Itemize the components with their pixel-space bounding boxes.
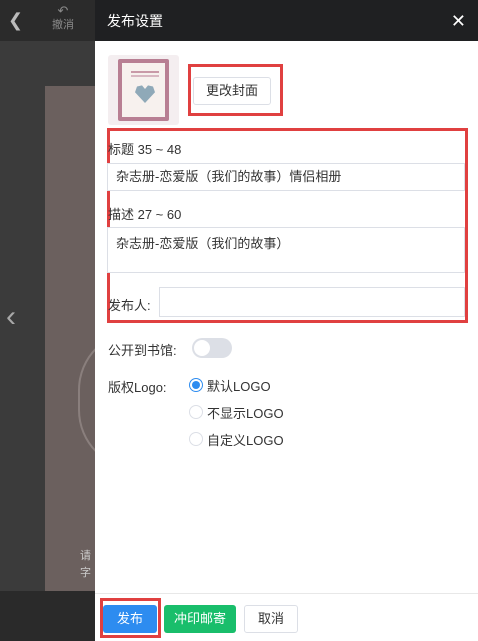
print-mail-button[interactable]: 冲印邮寄 <box>164 605 236 633</box>
publish-settings-drawer: 发布设置 ✕ 更改封面 标题 35 ~ 48 杂志册-恋爱版（我们的故事）情侣相… <box>95 0 478 641</box>
logo-option-label: 默认LOGO <box>207 378 271 394</box>
publisher-input[interactable] <box>159 287 465 317</box>
logo-option-custom[interactable]: 自定义LOGO <box>189 429 284 449</box>
cover-thumbnail <box>108 55 179 125</box>
editor-topbar: ❮ ↶ 撤消 <box>0 0 95 41</box>
publish-button[interactable]: 发布 <box>103 605 157 633</box>
description-label: 描述 27 ~ 60 <box>108 207 182 222</box>
logo-option-hidden[interactable]: 不显示LOGO <box>189 402 284 422</box>
copyright-logo-label: 版权Logo: <box>108 380 167 395</box>
editor-page-preview <box>45 86 100 591</box>
cover-image <box>118 59 169 121</box>
title-input[interactable]: 杂志册-恋爱版（我们的故事）情侣相册 <box>107 163 465 191</box>
toggle-knob <box>194 340 210 356</box>
drawer-header: 发布设置 ✕ <box>95 0 478 41</box>
title-label: 标题 35 ~ 48 <box>108 142 182 157</box>
description-textarea[interactable]: 杂志册-恋爱版（我们的故事） <box>107 227 465 273</box>
public-library-toggle[interactable] <box>192 338 232 358</box>
logo-option-label: 不显示LOGO <box>207 405 284 421</box>
change-cover-button[interactable]: 更改封面 <box>193 77 271 105</box>
drawer-title: 发布设置 <box>107 12 163 29</box>
editor-bottombar <box>0 591 95 641</box>
undo-icon: ↶ <box>57 3 69 18</box>
public-library-label: 公开到书馆: <box>108 343 177 358</box>
undo-label: 撤消 <box>52 19 74 31</box>
editor-hint-text: 请 字 <box>80 550 91 579</box>
cancel-button[interactable]: 取消 <box>244 605 298 633</box>
logo-option-label: 自定义LOGO <box>207 432 284 448</box>
logo-option-default[interactable]: 默认LOGO <box>189 375 271 395</box>
drawer-footer: 发布 冲印邮寄 取消 <box>95 593 478 641</box>
publisher-label: 发布人: <box>108 298 151 313</box>
radio-unchecked-icon <box>189 432 203 446</box>
close-icon[interactable]: ✕ <box>451 12 466 30</box>
prev-page-icon[interactable]: ‹ <box>6 300 16 334</box>
radio-unchecked-icon <box>189 405 203 419</box>
undo-button[interactable]: ↶ 撤消 <box>48 4 78 32</box>
radio-checked-icon <box>189 378 203 392</box>
back-icon[interactable]: ❮ <box>8 10 23 31</box>
